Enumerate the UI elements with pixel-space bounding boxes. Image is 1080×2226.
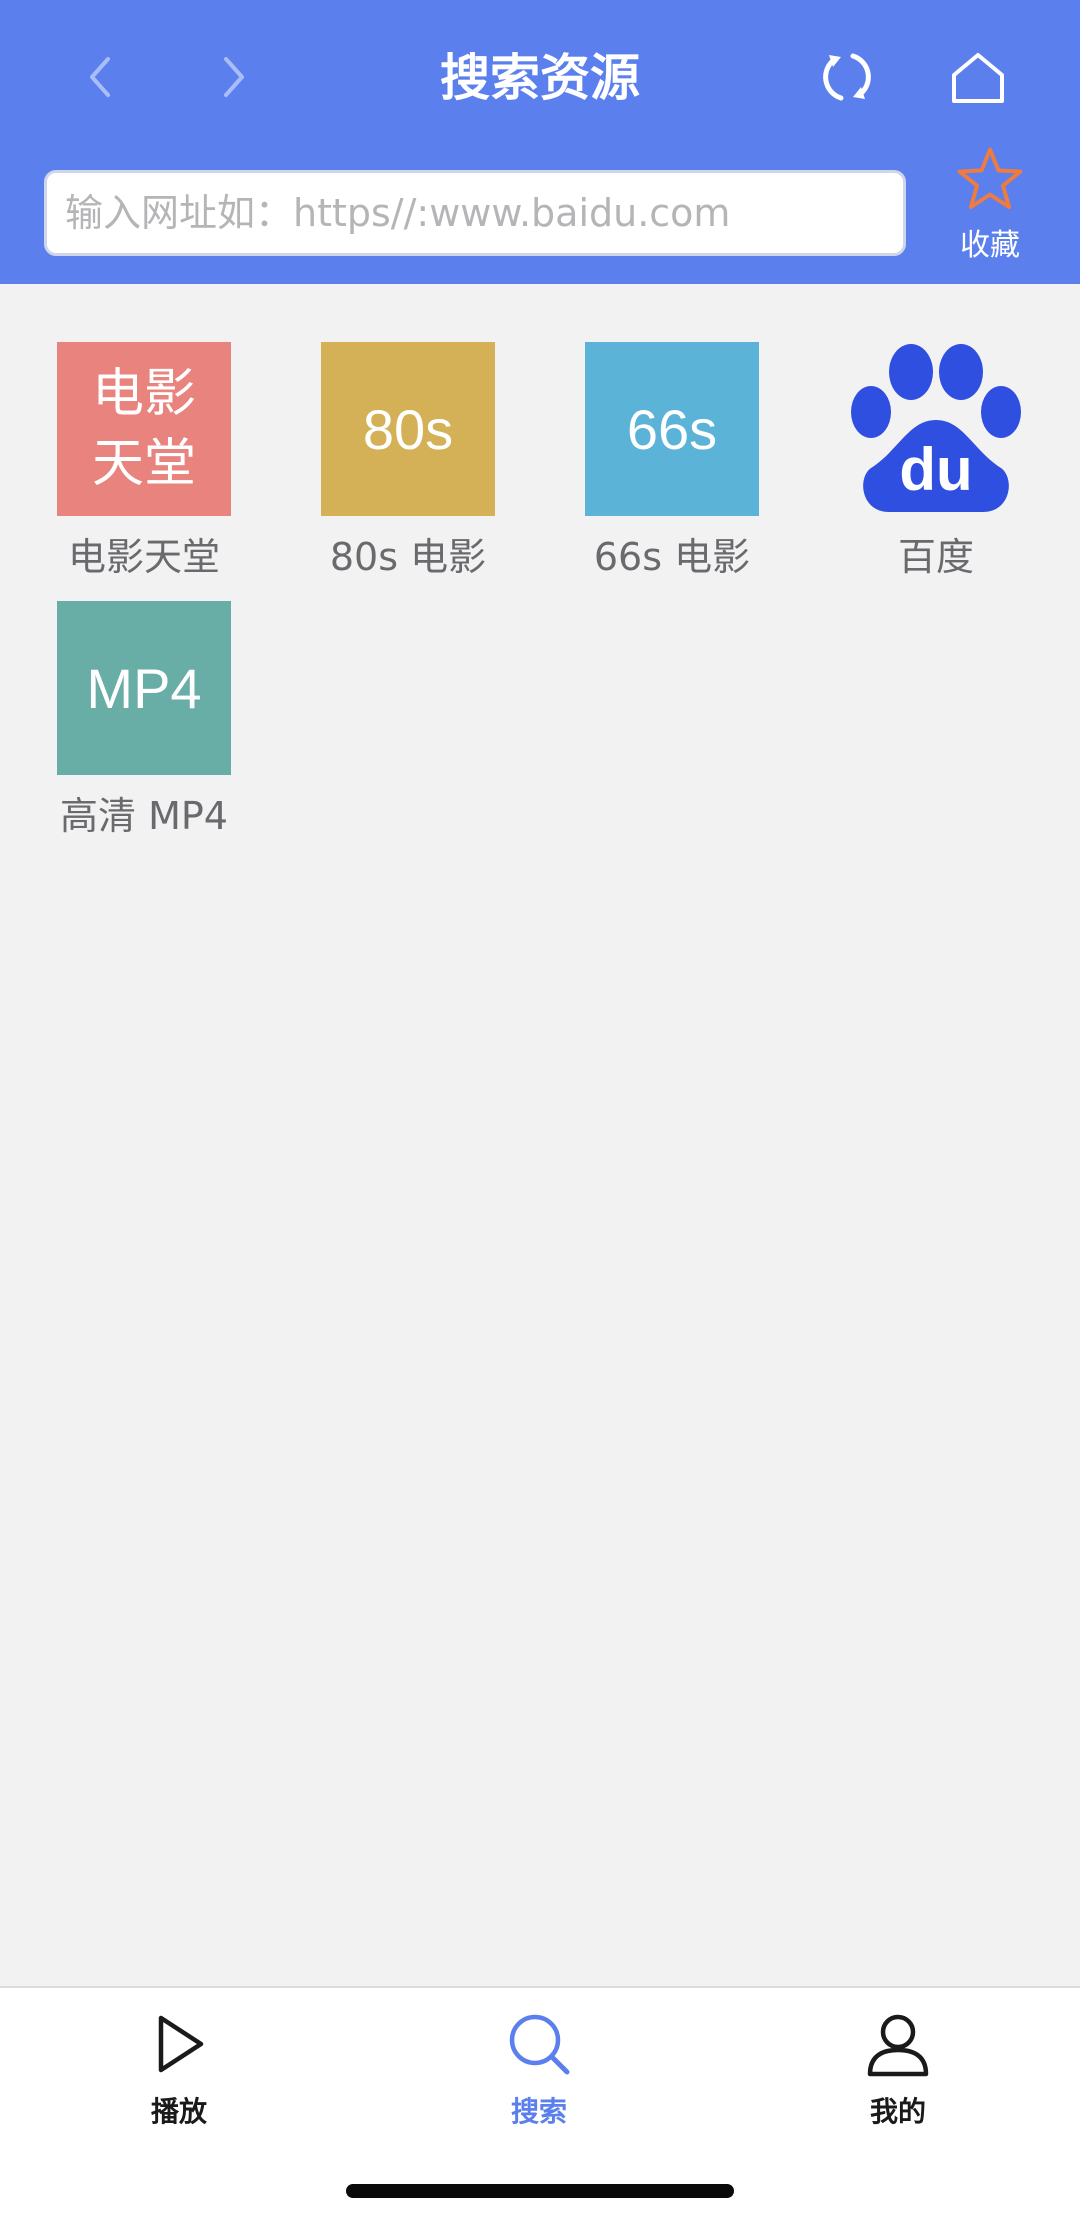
- tab-label: 我的: [869, 2095, 926, 2128]
- back-button[interactable]: [52, 35, 152, 119]
- baidu-paw-logo: du: [849, 342, 1023, 516]
- search-resources-screen: 搜索资源 收藏 电影 天堂: [0, 0, 1080, 2226]
- site-label: 66s 电影: [593, 535, 751, 579]
- tab-search[interactable]: 搜索: [439, 2008, 639, 2148]
- tab-label: 搜索: [510, 2095, 567, 2128]
- 66s-logo: 66s: [585, 342, 759, 516]
- home-button[interactable]: [928, 35, 1028, 119]
- url-search-bar: [44, 170, 906, 256]
- site-label: 80s 电影: [329, 535, 487, 579]
- home-indicator: [346, 2184, 734, 2198]
- site-item-80s[interactable]: 80s 80s 电影: [288, 342, 528, 582]
- user-icon: [867, 2014, 929, 2077]
- refresh-icon: [823, 53, 871, 101]
- favorite-label: 收藏: [960, 228, 1020, 263]
- tile-text: du: [899, 435, 973, 503]
- tile-text: 66s: [626, 397, 718, 461]
- header-bar: 搜索资源 收藏: [0, 0, 1080, 284]
- site-label: 电影天堂: [67, 535, 220, 579]
- tile-text: 80s: [362, 397, 454, 461]
- url-input[interactable]: [65, 173, 885, 253]
- site-item-66s[interactable]: 66s 66s 电影: [552, 342, 792, 582]
- site-item-baidu[interactable]: du 百度: [816, 342, 1056, 582]
- chevron-left-icon: [90, 57, 110, 97]
- home-icon: [952, 53, 1004, 103]
- tab-profile[interactable]: 我的: [798, 2008, 998, 2148]
- site-label: 高清 MP4: [60, 794, 228, 838]
- tab-play[interactable]: 播放: [79, 2008, 279, 2148]
- site-item-hd-mp4[interactable]: MP4 高清 MP4: [24, 601, 264, 841]
- tab-label: 播放: [150, 2095, 207, 2128]
- site-item-movie-heaven[interactable]: 电影 天堂 电影天堂: [24, 342, 264, 582]
- tile-text: MP4: [86, 656, 202, 720]
- refresh-button[interactable]: [797, 35, 897, 119]
- favorite-button[interactable]: 收藏: [930, 144, 1050, 264]
- page-title: 搜索资源: [440, 49, 640, 107]
- movie-heaven-logo: 电影 天堂: [57, 342, 231, 516]
- mp4-logo: MP4: [57, 601, 231, 775]
- search-icon: [509, 2014, 570, 2075]
- play-icon: [158, 2015, 204, 2073]
- tile-text: 电影 天堂: [91, 364, 196, 494]
- site-label: 百度: [897, 535, 974, 579]
- chevron-right-icon: [224, 57, 244, 97]
- forward-button[interactable]: [182, 35, 282, 119]
- star-icon: [957, 147, 1023, 209]
- 80s-logo: 80s: [321, 342, 495, 516]
